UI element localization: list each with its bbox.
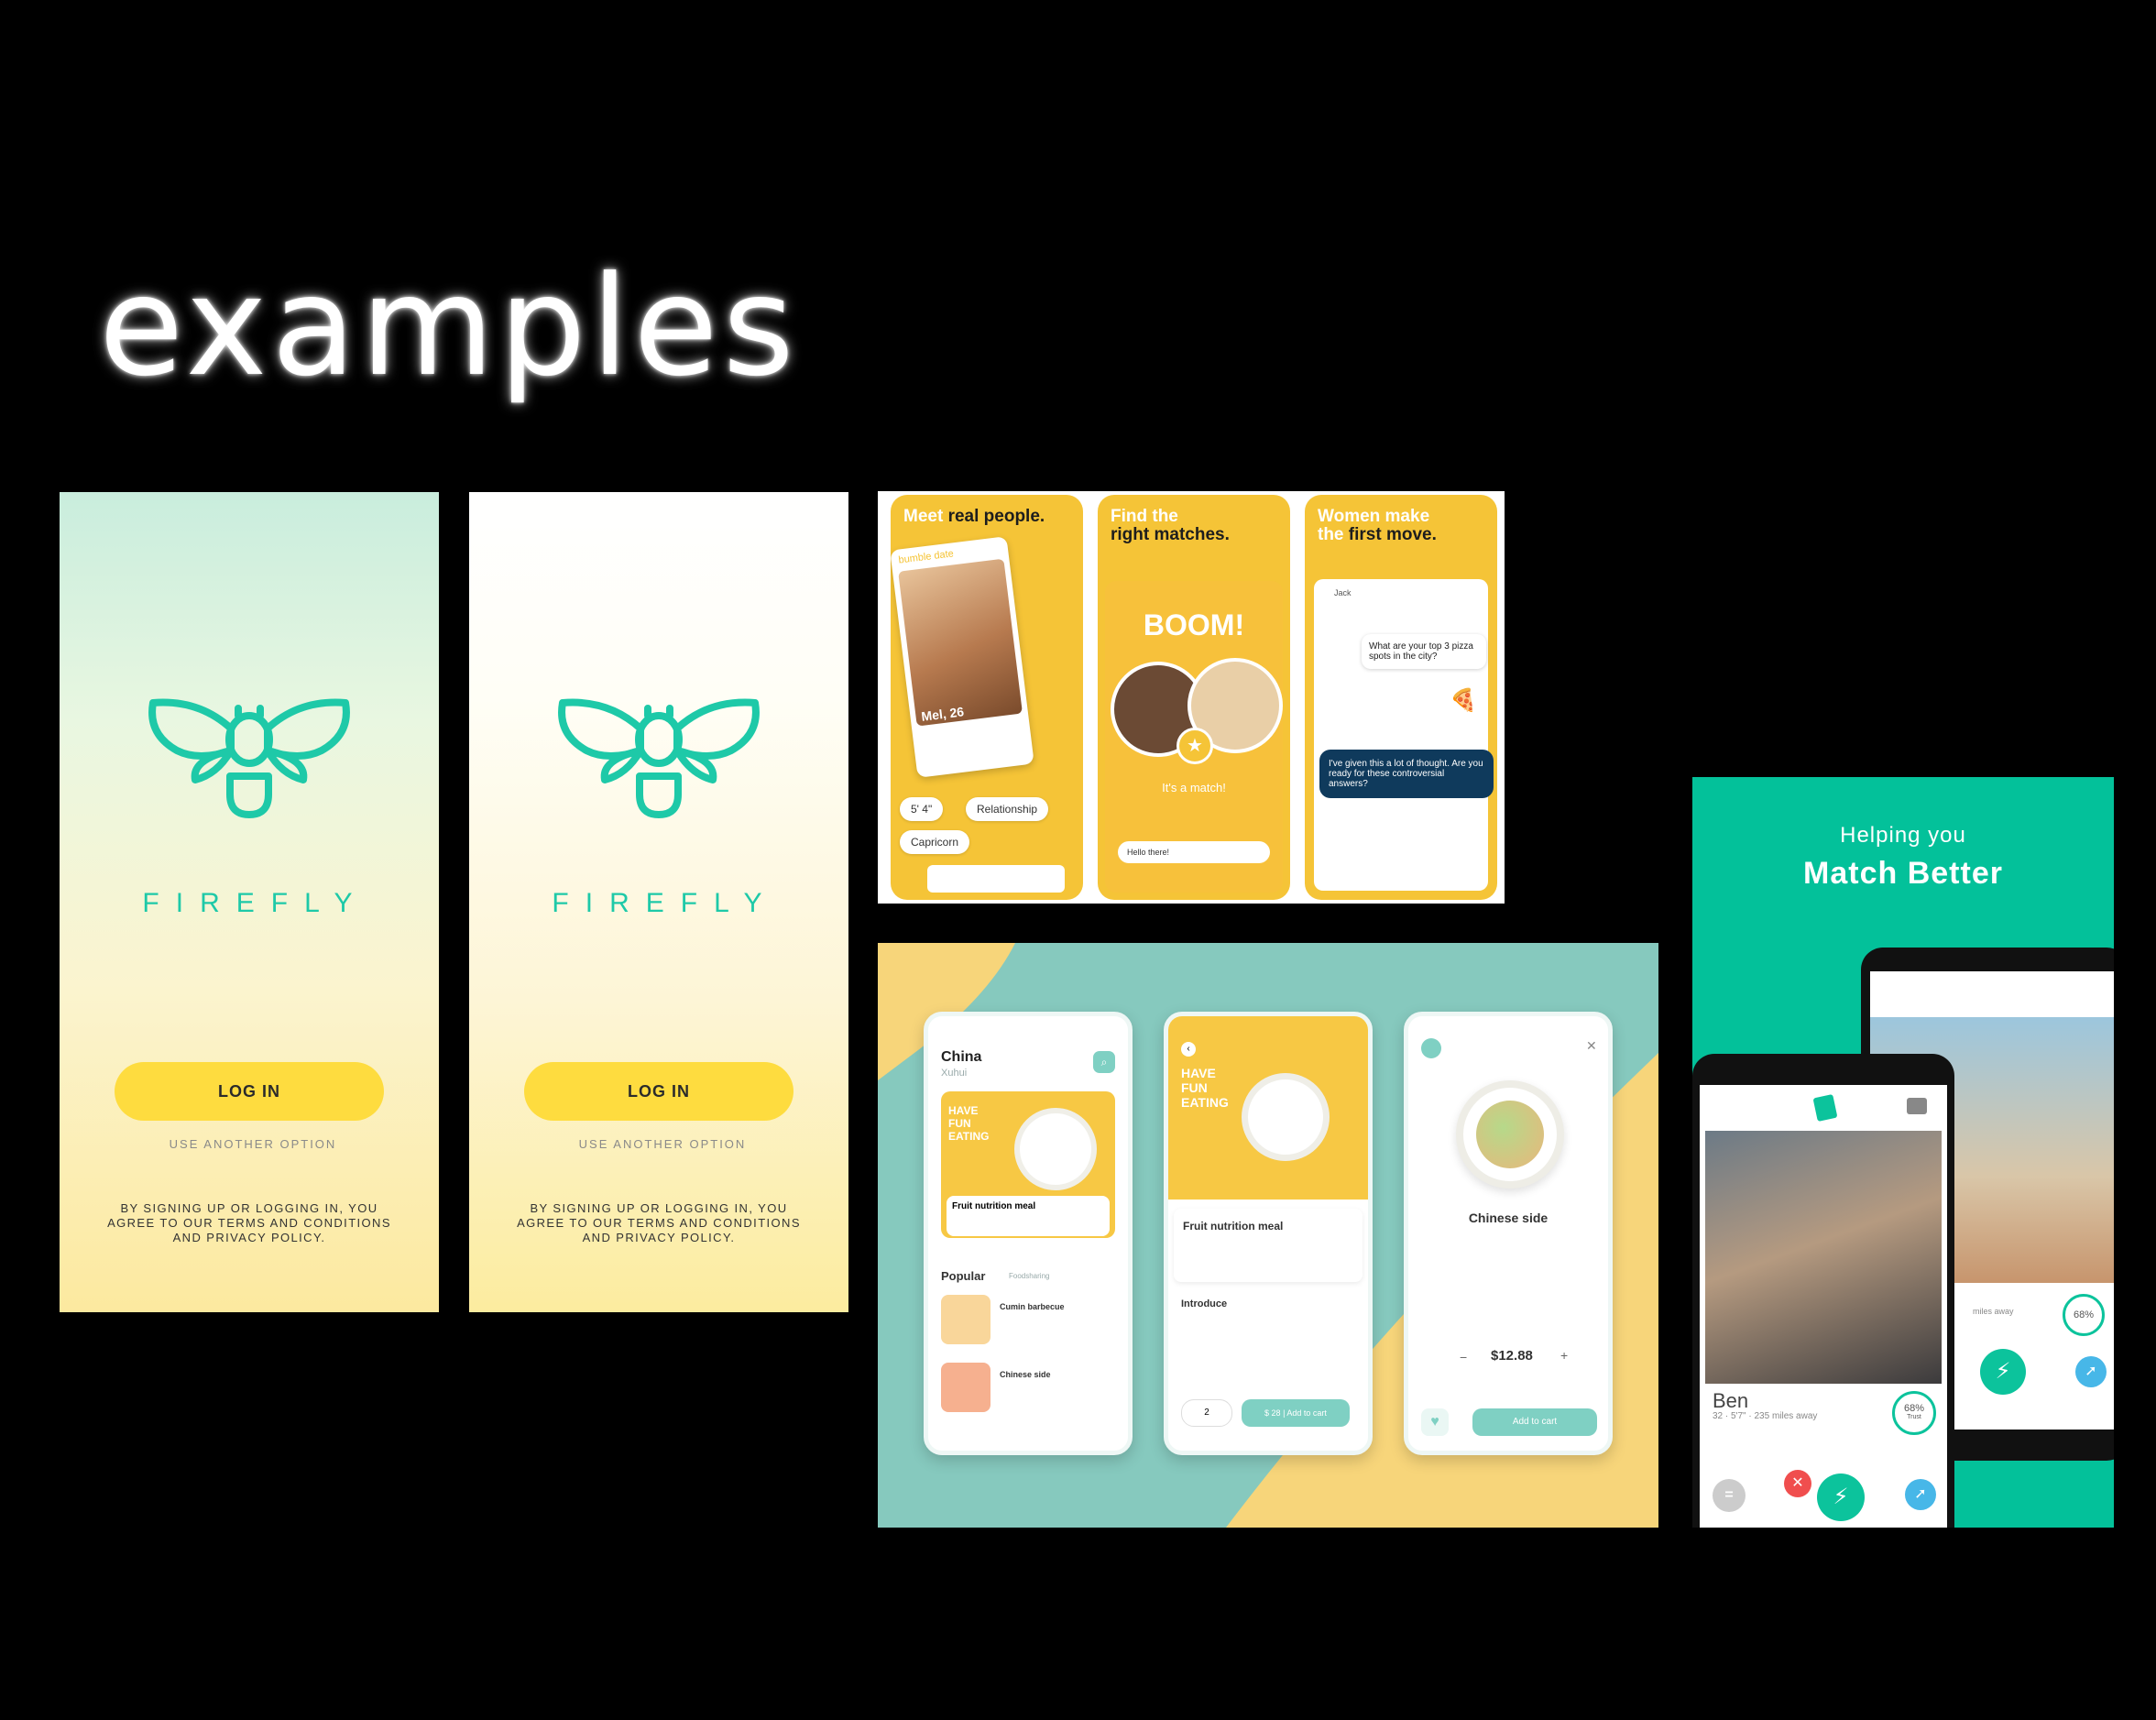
trust-score-badge: 68% Trust (1892, 1391, 1936, 1435)
match-screen: BOOM! ★ It's a match! Hello there! (1105, 581, 1283, 893)
back-arrow-icon[interactable]: ‹ (1181, 1042, 1196, 1057)
dish-image (1014, 1108, 1097, 1190)
profile-photo (898, 558, 1023, 727)
food-item-screen: ✕ Chinese side − $12.88 + ♥ Add to cart (1404, 1012, 1613, 1455)
quantity-stepper[interactable]: 2 (1181, 1399, 1232, 1427)
relationship-pill[interactable]: Relationship (966, 797, 1049, 821)
profile-name: Ben (1713, 1389, 1749, 1412)
increase-button[interactable]: + (1560, 1348, 1568, 1363)
dish-title: Fruit nutrition meal (1183, 1220, 1284, 1232)
distance-text: miles away (1973, 1307, 2014, 1316)
login-button[interactable]: LOG IN (115, 1062, 384, 1121)
bumble-card-meet: Meet real people. bumble date Mel, 26 Re… (891, 495, 1083, 900)
rocket-button[interactable]: ➚ (2075, 1356, 2107, 1387)
front-phone-screen: Ben 32 · 5'7" · 235 miles away 68% Trust… (1700, 1085, 1947, 1528)
card-headline: Find the right matches. (1111, 507, 1230, 544)
chat-screen: Jack What are your top 3 pizza spots in … (1314, 579, 1494, 891)
hero-image: ‹ HAVE FUN EATING (1168, 1016, 1368, 1200)
food-detail-screen: ‹ HAVE FUN EATING Fruit nutrition meal I… (1164, 1012, 1373, 1455)
menu-button[interactable]: = (1713, 1479, 1746, 1512)
firefly-login-screen-gradient: FIREFLY LOG IN USE ANOTHER OPTION BY SIG… (60, 492, 439, 1312)
decrease-button[interactable]: − (1460, 1350, 1467, 1364)
tagline-line1: Helping you (1840, 823, 1966, 848)
front-phone: Ben 32 · 5'7" · 235 miles away 68% Trust… (1692, 1054, 1954, 1528)
price-label: $12.88 (1491, 1348, 1533, 1364)
pizza-emoji: 🍕 (1450, 688, 1477, 713)
food-home-screen: China Xuhui ⌕ HAVE FUN EATING Fruit nutr… (924, 1012, 1133, 1455)
add-to-cart-button[interactable]: $ 28 | Add to cart (1242, 1399, 1350, 1427)
zodiac-pill[interactable]: Capricorn (900, 830, 970, 854)
add-to-cart-button[interactable]: Add to cart (1472, 1408, 1597, 1436)
legal-line: AGREE TO OUR TERMS AND CONDITIONS (517, 1216, 801, 1230)
item-thumbnail[interactable] (941, 1295, 990, 1344)
info-card: Fruit nutrition meal (1174, 1209, 1363, 1282)
introduce-heading: Introduce (1181, 1298, 1228, 1309)
banner-text: HAVE FUN EATING (1181, 1066, 1229, 1110)
chat-contact-name: Jack (1334, 588, 1352, 597)
rocket-button[interactable]: ➚ (1905, 1479, 1936, 1510)
popular-subheading: Foodsharing (1009, 1272, 1050, 1280)
firefly-login-screen-light: FIREFLY LOG IN USE ANOTHER OPTION BY SIG… (469, 492, 848, 1312)
use-another-option-link[interactable]: USE ANOTHER OPTION (60, 1137, 439, 1151)
legal-line: AND PRIVACY POLICY. (172, 1231, 326, 1244)
firefly-logo-icon (148, 698, 350, 818)
pass-button[interactable]: ✕ (1784, 1470, 1811, 1497)
boost-button[interactable]: ⚡ (1980, 1349, 2026, 1395)
card-title: Fruit nutrition meal (947, 1196, 1110, 1236)
featured-banner[interactable]: HAVE FUN EATING Fruit nutrition meal (941, 1091, 1115, 1238)
legal-line: AGREE TO OUR TERMS AND CONDITIONS (107, 1216, 391, 1230)
its-match-text: It's a match! (1162, 781, 1226, 794)
avatar[interactable] (1421, 1038, 1441, 1058)
star-icon: ★ (1176, 728, 1213, 764)
bumble-card-first-move: Women make the first move. Jack What are … (1305, 495, 1497, 900)
close-icon[interactable]: ✕ (1586, 1038, 1597, 1054)
bottom-nav-bar (927, 865, 1065, 893)
boost-button[interactable]: ⚡ (1817, 1474, 1865, 1521)
district-selector[interactable]: Xuhui (941, 1068, 967, 1079)
trust-percent: 68% (1903, 1403, 1925, 1414)
cards-icon[interactable] (1812, 1093, 1838, 1123)
city-title: China (941, 1049, 982, 1065)
bumble-screenshots-panel: Meet real people. bumble date Mel, 26 Re… (878, 491, 1505, 904)
bumble-card-match: Find the right matches. BOOM! ★ It's a ma… (1098, 495, 1290, 900)
profile-photo (1705, 1131, 1942, 1384)
list-item-title[interactable]: Chinese side (1000, 1370, 1051, 1379)
use-another-option-link[interactable]: USE ANOTHER OPTION (469, 1137, 848, 1151)
match-app-panel: Helping you Match Better 68% miles away … (1692, 777, 2114, 1528)
boom-text: BOOM! (1143, 608, 1245, 641)
trust-label: Trust (1907, 1414, 1921, 1420)
trust-score-badge: 68% (2063, 1294, 2105, 1336)
app-brand-name: FIREFLY (552, 888, 779, 918)
message-input[interactable]: Hello there! (1118, 841, 1270, 863)
dish-food (1476, 1101, 1544, 1168)
food-app-panel: China Xuhui ⌕ HAVE FUN EATING Fruit nutr… (878, 943, 1658, 1528)
legal-line: BY SIGNING UP OR LOGGING IN, YOU (120, 1201, 378, 1215)
slide-title: examples (99, 247, 799, 407)
legal-line: AND PRIVACY POLICY. (582, 1231, 736, 1244)
heart-icon[interactable]: ♥ (1421, 1408, 1449, 1436)
list-item-title[interactable]: Cumin barbecue (1000, 1302, 1065, 1311)
dish-image (1456, 1080, 1564, 1189)
app-brand-name: FIREFLY (142, 888, 369, 918)
login-button[interactable]: LOG IN (524, 1062, 793, 1121)
legal-notice: BY SIGNING UP OR LOGGING IN, YOU AGREE T… (515, 1201, 803, 1245)
item-thumbnail[interactable] (941, 1363, 990, 1412)
card-headline: Meet real people. (903, 507, 1045, 526)
search-icon[interactable]: ⌕ (1093, 1051, 1115, 1073)
dish-image (1242, 1073, 1330, 1161)
profile-details: 32 · 5'7" · 235 miles away (1713, 1411, 1818, 1421)
banner-text: HAVE FUN EATING (948, 1104, 990, 1143)
tagline-line2: Match Better (1803, 856, 2003, 891)
legal-notice: BY SIGNING UP OR LOGGING IN, YOU AGREE T… (105, 1201, 393, 1245)
dish-title: Chinese side (1468, 1211, 1549, 1225)
height-pill[interactable]: 5' 4" (900, 797, 944, 821)
profile-card[interactable]: bumble date Mel, 26 Registered Nurse (891, 536, 1034, 778)
chat-bubble-outgoing: I've given this a lot of thought. Are yo… (1319, 750, 1494, 798)
popular-heading: Popular (941, 1269, 986, 1283)
firefly-logo-icon (558, 698, 760, 818)
chat-icon[interactable] (1907, 1098, 1927, 1114)
chat-bubble-incoming: What are your top 3 pizza spots in the c… (1362, 634, 1486, 669)
card-headline: Women make the first move. (1318, 507, 1437, 544)
legal-line: BY SIGNING UP OR LOGGING IN, YOU (530, 1201, 788, 1215)
